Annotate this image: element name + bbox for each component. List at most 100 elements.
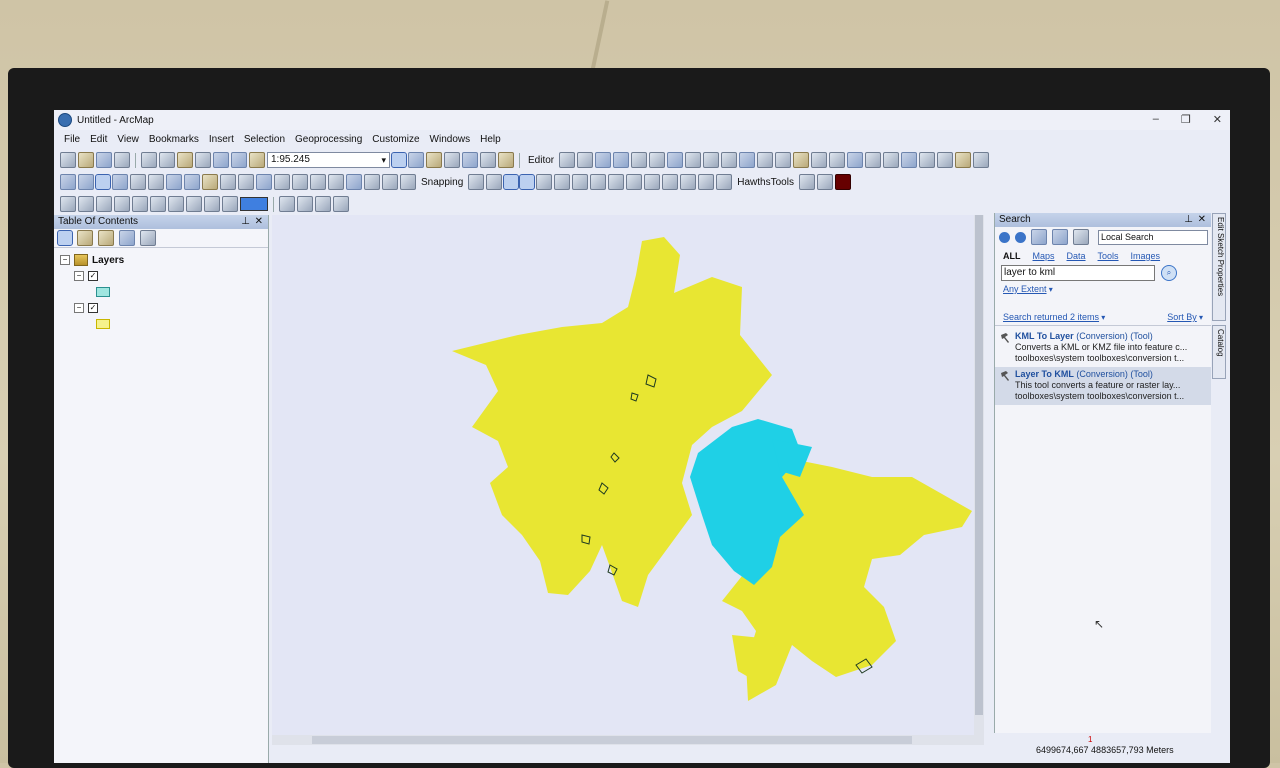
pin-icon[interactable]: ⊥ xyxy=(241,215,250,229)
vertex-snapping-icon[interactable] xyxy=(503,174,520,190)
model-builder-icon[interactable] xyxy=(498,152,514,168)
advanced-edit-icon[interactable] xyxy=(572,174,589,190)
line-intersection-icon[interactable] xyxy=(644,174,661,190)
pause-drawing-icon[interactable] xyxy=(333,196,349,212)
hyperlink-icon[interactable] xyxy=(274,174,290,190)
menu-edit[interactable]: Edit xyxy=(90,134,107,145)
spatial-adjust-icon[interactable] xyxy=(716,174,733,190)
create-viewer-icon[interactable] xyxy=(400,174,416,190)
editor-toolbar-icon[interactable] xyxy=(391,152,407,168)
copy-icon[interactable] xyxy=(159,152,175,168)
forward-arrow-icon[interactable] xyxy=(184,174,200,190)
hawthstools-menu[interactable]: HawthsTools xyxy=(734,177,797,188)
filter-maps[interactable]: Maps xyxy=(1033,251,1055,261)
layout-view-icon[interactable] xyxy=(279,196,295,212)
map-view[interactable] xyxy=(272,215,984,735)
map-canvas[interactable] xyxy=(272,215,984,735)
close-icon[interactable]: ✕ xyxy=(255,215,263,229)
menu-selection[interactable]: Selection xyxy=(244,134,285,145)
home-icon[interactable] xyxy=(1031,229,1047,245)
collapse-icon[interactable]: − xyxy=(60,255,70,265)
paste-icon[interactable] xyxy=(177,152,193,168)
align-objects-icon[interactable] xyxy=(186,196,202,212)
delete-icon[interactable] xyxy=(195,152,211,168)
map-scale-select[interactable]: 1:95.245 xyxy=(267,152,390,168)
hawths-tool-icon[interactable] xyxy=(798,174,815,190)
trace-icon[interactable] xyxy=(631,152,648,168)
new-document-icon[interactable] xyxy=(60,152,76,168)
list-by-selection-icon[interactable] xyxy=(119,230,135,246)
end-snapping-icon[interactable] xyxy=(486,174,503,190)
draw-line-icon[interactable] xyxy=(132,196,148,212)
layer-symbol-swatch[interactable] xyxy=(96,319,110,329)
list-by-source-icon[interactable] xyxy=(77,230,93,246)
scrollbar-thumb[interactable] xyxy=(975,215,983,715)
create-features-icon[interactable] xyxy=(793,152,810,168)
refresh-view-icon[interactable] xyxy=(315,196,331,212)
search-options-icon[interactable] xyxy=(1073,229,1089,245)
copy-features-icon[interactable] xyxy=(590,174,607,190)
filter-data[interactable]: Data xyxy=(1067,251,1086,261)
catalog-window-icon[interactable] xyxy=(426,152,442,168)
layer-row[interactable]: − ✓ xyxy=(60,300,262,316)
back-icon[interactable] xyxy=(999,231,1010,243)
georef-icon[interactable] xyxy=(536,174,553,190)
sort-by-link[interactable]: Sort By xyxy=(1167,312,1197,322)
straight-segment-icon[interactable] xyxy=(595,152,612,168)
layer-symbol-swatch[interactable] xyxy=(96,287,110,297)
construct-features-icon[interactable] xyxy=(680,174,697,190)
back-arrow-icon[interactable] xyxy=(166,174,182,190)
hawths-grid-icon[interactable] xyxy=(816,174,833,190)
align-icon[interactable] xyxy=(883,152,900,168)
identify-icon[interactable] xyxy=(256,174,272,190)
result-title[interactable]: Layer To KML xyxy=(1015,369,1074,379)
split-icon[interactable] xyxy=(721,152,738,168)
search-result-item[interactable]: KML To Layer (Conversion) (Tool) Convert… xyxy=(995,329,1211,367)
measure-icon[interactable] xyxy=(310,174,326,190)
buffer-icon[interactable] xyxy=(955,152,972,168)
data-view-icon[interactable] xyxy=(297,196,313,212)
maximize-button[interactable]: ❐ xyxy=(1181,113,1191,126)
snap-icon[interactable] xyxy=(847,152,864,168)
hawths-color-icon[interactable] xyxy=(834,174,851,190)
chevron-down-icon[interactable]: ▾ xyxy=(1099,313,1105,322)
full-extent-globe-icon[interactable] xyxy=(112,174,128,190)
close-button[interactable]: ✕ xyxy=(1213,113,1222,126)
python-window-icon[interactable] xyxy=(480,152,496,168)
filter-tools[interactable]: Tools xyxy=(1098,251,1119,261)
fill-color-swatch[interactable] xyxy=(240,197,268,211)
attributes-icon[interactable] xyxy=(757,152,774,168)
list-by-drawing-order-icon[interactable] xyxy=(57,230,73,246)
find-binoculars-icon[interactable] xyxy=(328,174,344,190)
select-elements-arrow-icon[interactable] xyxy=(238,174,254,190)
layer-visibility-checkbox[interactable]: ✓ xyxy=(88,303,98,313)
sketch-properties-icon[interactable] xyxy=(775,152,792,168)
html-popup-icon[interactable] xyxy=(292,174,308,190)
find-route-icon[interactable] xyxy=(346,174,362,190)
edit-annotation-icon[interactable] xyxy=(577,152,594,168)
fillet-icon[interactable] xyxy=(608,174,625,190)
table-of-contents-window-icon[interactable] xyxy=(408,152,424,168)
menu-file[interactable]: File xyxy=(64,134,80,145)
move-icon[interactable] xyxy=(865,152,882,168)
clip-icon[interactable] xyxy=(973,152,990,168)
go-to-xy-icon[interactable] xyxy=(364,174,380,190)
collapse-icon[interactable]: − xyxy=(74,303,84,313)
pan-hand-icon[interactable] xyxy=(95,174,111,190)
text-tool-icon[interactable] xyxy=(150,196,166,212)
extend-icon[interactable] xyxy=(829,152,846,168)
chevron-down-icon[interactable]: ▾ xyxy=(1047,285,1053,294)
redo-icon[interactable] xyxy=(231,152,247,168)
pin-icon[interactable]: ⊥ xyxy=(1184,213,1193,227)
minimize-button[interactable]: – xyxy=(1153,113,1159,126)
arc-segment-icon[interactable] xyxy=(613,152,630,168)
undo-icon[interactable] xyxy=(213,152,229,168)
trim-icon[interactable] xyxy=(626,174,643,190)
result-title[interactable]: KML To Layer xyxy=(1015,331,1074,341)
any-extent-link[interactable]: Any Extent xyxy=(1003,284,1047,294)
menu-help[interactable]: Help xyxy=(480,134,501,145)
edit-vertices-icon[interactable] xyxy=(667,152,684,168)
close-icon[interactable]: ✕ xyxy=(1198,213,1206,227)
point-snapping-icon[interactable] xyxy=(468,174,485,190)
search-location-select[interactable]: Local Search xyxy=(1098,229,1208,245)
